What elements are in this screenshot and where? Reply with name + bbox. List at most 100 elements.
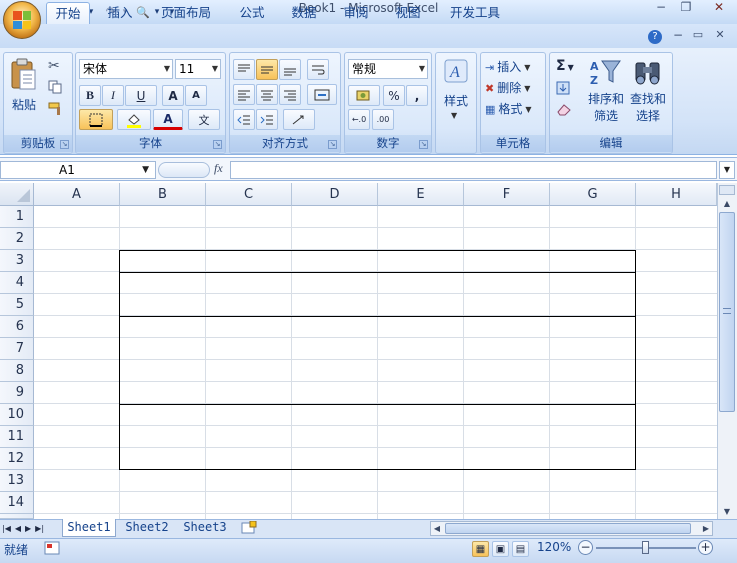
tab-review[interactable]: 审阅	[334, 2, 378, 24]
column-header-b[interactable]: B	[120, 183, 206, 206]
tab-insert[interactable]: 插入	[98, 2, 142, 24]
row-header-13[interactable]: 13	[0, 470, 34, 492]
fill-color-button[interactable]	[117, 109, 151, 130]
phonetic-button[interactable]: 文	[188, 109, 220, 130]
number-format-combo[interactable]: 常规 ▼	[348, 59, 428, 79]
restore-button[interactable]: ❐	[675, 0, 697, 17]
row-header-2[interactable]: 2	[0, 228, 34, 250]
row-header-14[interactable]: 14	[0, 492, 34, 514]
decrease-decimal-button[interactable]: .00	[372, 109, 394, 130]
horizontal-scrollbar[interactable]: ◀ ▶	[430, 521, 713, 536]
page-layout-view-icon[interactable]: ▣	[492, 541, 509, 557]
tab-page-layout[interactable]: 页面布局	[150, 2, 222, 24]
orientation-icon[interactable]	[283, 109, 315, 130]
insert-cells-button[interactable]: ⇥ 插入 ▼	[485, 58, 543, 76]
bottom-align-icon[interactable]	[279, 59, 301, 80]
row-header-12[interactable]: 12	[0, 448, 34, 470]
formula-input[interactable]	[230, 161, 717, 179]
column-header-a[interactable]: A	[34, 183, 120, 206]
row-header-7[interactable]: 7	[0, 338, 34, 360]
page-break-view-icon[interactable]: ▤	[512, 541, 529, 557]
align-right-icon[interactable]	[279, 84, 301, 105]
prev-sheet-icon[interactable]: ◀	[15, 524, 21, 533]
select-all-corner[interactable]	[0, 183, 34, 206]
insert-sheet-icon[interactable]	[240, 520, 258, 535]
sheet-tab-sheet2[interactable]: Sheet2	[120, 519, 174, 537]
alignment-launcher-icon[interactable]: ↘	[328, 140, 337, 149]
macro-record-icon[interactable]	[44, 541, 60, 555]
sheet-navigation[interactable]: |◀ ◀ ▶ ▶|	[2, 521, 62, 535]
number-launcher-icon[interactable]: ↘	[419, 140, 428, 149]
decrease-indent-icon[interactable]	[233, 109, 255, 130]
tab-view[interactable]: 视图	[386, 2, 430, 24]
column-header-h[interactable]: H	[636, 183, 717, 206]
row-header-5[interactable]: 5	[0, 294, 34, 316]
cut-icon[interactable]: ✂	[48, 58, 60, 74]
chevron-down-icon[interactable]: ▼	[142, 162, 149, 178]
zoom-in-button[interactable]: +	[698, 540, 713, 555]
paste-button[interactable]: 粘贴	[9, 58, 41, 124]
name-box[interactable]: A1 ▼	[0, 161, 156, 179]
ribbon-close-button[interactable]: ✕	[712, 28, 728, 41]
column-header-d[interactable]: D	[292, 183, 378, 206]
last-sheet-icon[interactable]: ▶|	[35, 524, 44, 533]
clear-button[interactable]	[556, 102, 582, 118]
top-align-icon[interactable]	[233, 59, 255, 80]
column-header-e[interactable]: E	[378, 183, 464, 206]
bold-button[interactable]: B	[79, 85, 101, 106]
autosum-button[interactable]: Σ ▼	[556, 58, 582, 74]
scroll-down-icon[interactable]: ▼	[719, 505, 735, 519]
tab-data[interactable]: 数据	[282, 2, 326, 24]
ribbon-restore-button[interactable]: ▭	[690, 28, 706, 41]
increase-indent-icon[interactable]	[256, 109, 278, 130]
sort-filter-button[interactable]: A Z 排序和 筛选	[586, 58, 626, 128]
zoom-out-button[interactable]: −	[578, 540, 593, 555]
fill-button[interactable]	[556, 81, 582, 97]
format-painter-icon[interactable]	[48, 102, 64, 116]
column-header-g[interactable]: G	[550, 183, 636, 206]
zoom-level[interactable]: 120%	[537, 540, 571, 554]
row-header-3[interactable]: 3	[0, 250, 34, 272]
copy-icon[interactable]	[48, 80, 62, 94]
tab-developer[interactable]: 开发工具	[440, 2, 510, 24]
shrink-font-button[interactable]: A	[185, 85, 207, 106]
sheet-tab-sheet3[interactable]: Sheet3	[178, 519, 232, 537]
row-header-11[interactable]: 11	[0, 426, 34, 448]
increase-decimal-button[interactable]: ←.0	[348, 109, 370, 130]
percent-style-button[interactable]: %	[383, 85, 405, 106]
tab-formulas[interactable]: 公式	[230, 2, 274, 24]
middle-align-icon[interactable]	[256, 59, 278, 80]
scroll-thumb[interactable]	[719, 212, 735, 412]
grow-font-button[interactable]: A	[162, 85, 184, 106]
next-sheet-icon[interactable]: ▶	[25, 524, 31, 533]
help-icon[interactable]: ?	[648, 30, 662, 44]
font-name-combo[interactable]: 宋体 ▼	[79, 59, 173, 79]
split-box-handle[interactable]	[719, 185, 735, 195]
horizontal-scroll-thumb[interactable]	[445, 523, 691, 534]
find-select-button[interactable]: 查找和 选择	[628, 58, 668, 128]
align-left-icon[interactable]	[233, 84, 255, 105]
first-sheet-icon[interactable]: |◀	[2, 524, 11, 533]
format-cells-button[interactable]: ▦ 格式 ▼	[485, 100, 543, 118]
wrap-text-icon[interactable]	[307, 59, 329, 80]
font-color-button[interactable]: A	[153, 109, 183, 130]
row-header-10[interactable]: 10	[0, 404, 34, 426]
ribbon-minimize-button[interactable]: −	[670, 28, 686, 42]
normal-view-icon[interactable]: ▦	[472, 541, 489, 557]
column-header-c[interactable]: C	[206, 183, 292, 206]
expand-formula-bar-icon[interactable]: ▼	[719, 161, 735, 179]
office-button[interactable]	[3, 1, 41, 39]
sheet-tab-sheet1[interactable]: Sheet1	[62, 519, 116, 537]
delete-cells-button[interactable]: ✖ 删除 ▼	[485, 79, 543, 97]
scroll-up-icon[interactable]: ▲	[719, 197, 735, 211]
borders-button[interactable]	[79, 109, 113, 130]
row-header-9[interactable]: 9	[0, 382, 34, 404]
font-launcher-icon[interactable]: ↘	[213, 140, 222, 149]
close-button[interactable]: ✕	[705, 0, 733, 17]
accounting-format-icon[interactable]	[348, 85, 380, 106]
align-center-icon[interactable]	[256, 84, 278, 105]
italic-button[interactable]: I	[102, 85, 124, 106]
row-header-8[interactable]: 8	[0, 360, 34, 382]
scroll-left-icon[interactable]: ◀	[431, 522, 443, 535]
minimize-button[interactable]: −	[650, 0, 672, 17]
